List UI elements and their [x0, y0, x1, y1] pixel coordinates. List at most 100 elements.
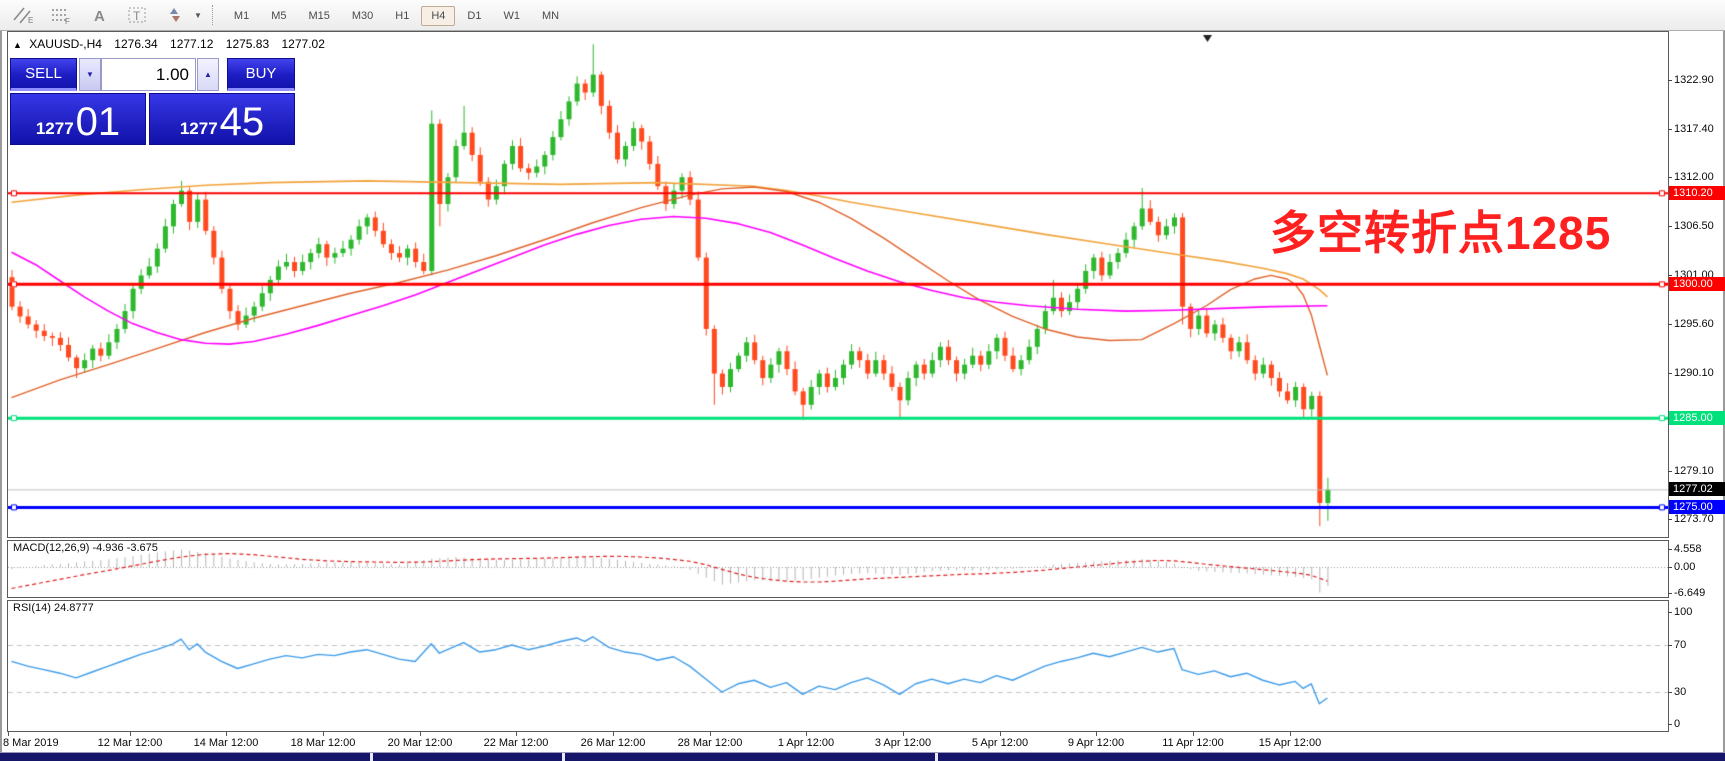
mt4-terminal-window: E F A T ▼ [0, 0, 1725, 761]
buy-price-big-figure: 1277 [180, 120, 218, 137]
date-tick-mark [613, 732, 614, 736]
strip-separator [935, 753, 938, 761]
date-tick-mark [8, 732, 9, 736]
axis-tick-mark [1668, 519, 1672, 520]
rsi-indicator-canvas[interactable] [8, 601, 1668, 731]
date-axis-label: 26 Mar 12:00 [581, 737, 646, 749]
date-axis-label: 1 Apr 12:00 [778, 737, 834, 749]
volume-input[interactable] [101, 58, 196, 91]
price-axis-tick: 1279.10 [1674, 464, 1714, 478]
high-value: 1277.12 [170, 37, 213, 51]
chart-text-annotation: 多空转折点1285 [1270, 197, 1611, 263]
volume-decrease-button[interactable]: ▼ [79, 58, 101, 91]
price-tag-1275.00: 1275.00 [1669, 500, 1725, 514]
date-axis-label: 11 Apr 12:00 [1162, 737, 1224, 749]
axis-tick-mark [1668, 471, 1672, 472]
date-axis-label: 15 Apr 12:00 [1259, 737, 1321, 749]
price-tag-1300.00: 1300.00 [1669, 277, 1725, 291]
toolbar-separator [212, 5, 214, 25]
date-axis-label: 20 Mar 12:00 [388, 737, 453, 749]
date-axis-label: 8 Mar 2019 [3, 737, 59, 749]
date-tick-mark [1290, 732, 1291, 736]
date-axis-label: 14 Mar 12:00 [194, 737, 259, 749]
price-axis-tick: 1312.00 [1674, 170, 1714, 184]
price-axis-tick: 1290.10 [1674, 366, 1714, 380]
timeframe-button-m15[interactable]: M15 [298, 6, 339, 26]
axis-tick-mark [1668, 645, 1672, 646]
date-axis-label: 3 Apr 12:00 [875, 737, 931, 749]
timeframe-button-group: M1M5M15M30H1H4D1W1MN [224, 6, 571, 24]
sell-button[interactable]: SELL [10, 58, 77, 91]
buy-price-panel[interactable]: 1277 45 [149, 93, 295, 145]
timeframe-button-m1[interactable]: M1 [224, 6, 259, 26]
macd-label: MACD(12,26,9) -4.936 -3.675 [13, 542, 158, 554]
timeframe-button-mn[interactable]: MN [532, 6, 569, 26]
open-value: 1276.34 [114, 37, 157, 51]
svg-text:A: A [94, 8, 105, 24]
axis-tick-mark [1668, 226, 1672, 227]
volume-increase-button[interactable]: ▲ [197, 58, 219, 91]
price-axis-tick: 1295.60 [1674, 317, 1714, 331]
sell-price-panel[interactable]: 1277 01 [10, 93, 146, 145]
rsi-axis-tick: 30 [1674, 685, 1686, 699]
axis-tick-mark [1668, 80, 1672, 81]
date-axis-label: 12 Mar 12:00 [98, 737, 163, 749]
macd-axis-tick: -6.649 [1674, 586, 1705, 600]
date-tick-mark [903, 732, 904, 736]
timeframe-button-h1[interactable]: H1 [385, 6, 419, 26]
svg-text:E: E [28, 16, 33, 24]
price-axis-tick: 1273.70 [1674, 512, 1714, 526]
equidistant-channel-tool-icon[interactable]: E [8, 3, 38, 27]
label-tool-icon[interactable]: A [84, 3, 114, 27]
date-tick-mark [710, 732, 711, 736]
timeframe-button-m30[interactable]: M30 [342, 6, 383, 26]
date-tick-mark [806, 732, 807, 736]
price-axis-tick: 1317.40 [1674, 122, 1714, 136]
axis-tick-mark [1668, 593, 1672, 594]
price-tag-1277.02: 1277.02 [1669, 482, 1725, 496]
strip-separator [370, 753, 373, 761]
timeframe-button-m5[interactable]: M5 [261, 6, 296, 26]
timeframe-button-d1[interactable]: D1 [457, 6, 491, 26]
window-left-border [0, 31, 2, 761]
close-value: 1277.02 [282, 37, 325, 51]
timeframe-button-w1[interactable]: W1 [493, 6, 530, 26]
rsi-label: RSI(14) 24.8777 [13, 602, 94, 614]
rsi-axis-tick: 70 [1674, 638, 1686, 652]
buy-button[interactable]: BUY [227, 58, 295, 91]
date-axis-label: 22 Mar 12:00 [484, 737, 549, 749]
date-axis-label: 9 Apr 12:00 [1068, 737, 1124, 749]
toolbar: E F A T ▼ [0, 0, 1725, 31]
collapse-arrow-icon[interactable]: ▲ [13, 40, 22, 50]
axis-tick-mark [1668, 612, 1672, 613]
axis-tick-mark [1668, 275, 1672, 276]
axis-tick-mark [1668, 692, 1672, 693]
date-tick-mark [226, 732, 227, 736]
axis-tick-mark [1668, 549, 1672, 550]
arrows-dropdown-caret-icon[interactable]: ▼ [194, 11, 202, 20]
date-axis-label: 28 Mar 12:00 [678, 737, 743, 749]
timeframe-button-h4[interactable]: H4 [421, 6, 455, 26]
date-tick-mark [516, 732, 517, 736]
price-axis-tick: 1306.50 [1674, 219, 1714, 233]
date-axis-label: 18 Mar 12:00 [291, 737, 356, 749]
date-tick-mark [1000, 732, 1001, 736]
date-tick-mark [420, 732, 421, 736]
macd-indicator-canvas[interactable] [8, 541, 1668, 597]
symbol-label: XAUUSD-,H4 [29, 37, 102, 51]
axis-tick-mark [1668, 567, 1672, 568]
axis-tick-mark [1668, 129, 1672, 130]
svg-text:F: F [65, 17, 70, 24]
strip-separator [562, 753, 565, 761]
price-tag-1285.00: 1285.00 [1669, 411, 1725, 425]
date-axis-label: 5 Apr 12:00 [972, 737, 1028, 749]
arrows-tool-icon[interactable] [160, 3, 190, 27]
chart-title-bar: ▲ XAUUSD-,H4 1276.34 1277.12 1275.83 127… [13, 37, 325, 51]
axis-tick-mark [1668, 373, 1672, 374]
low-value: 1275.83 [226, 37, 269, 51]
axis-tick-mark [1668, 724, 1672, 725]
fibonacci-tool-icon[interactable]: F [46, 3, 76, 27]
date-tick-mark [1096, 732, 1097, 736]
buy-button-label: BUY [246, 65, 277, 82]
text-tool-icon[interactable]: T [122, 3, 152, 27]
